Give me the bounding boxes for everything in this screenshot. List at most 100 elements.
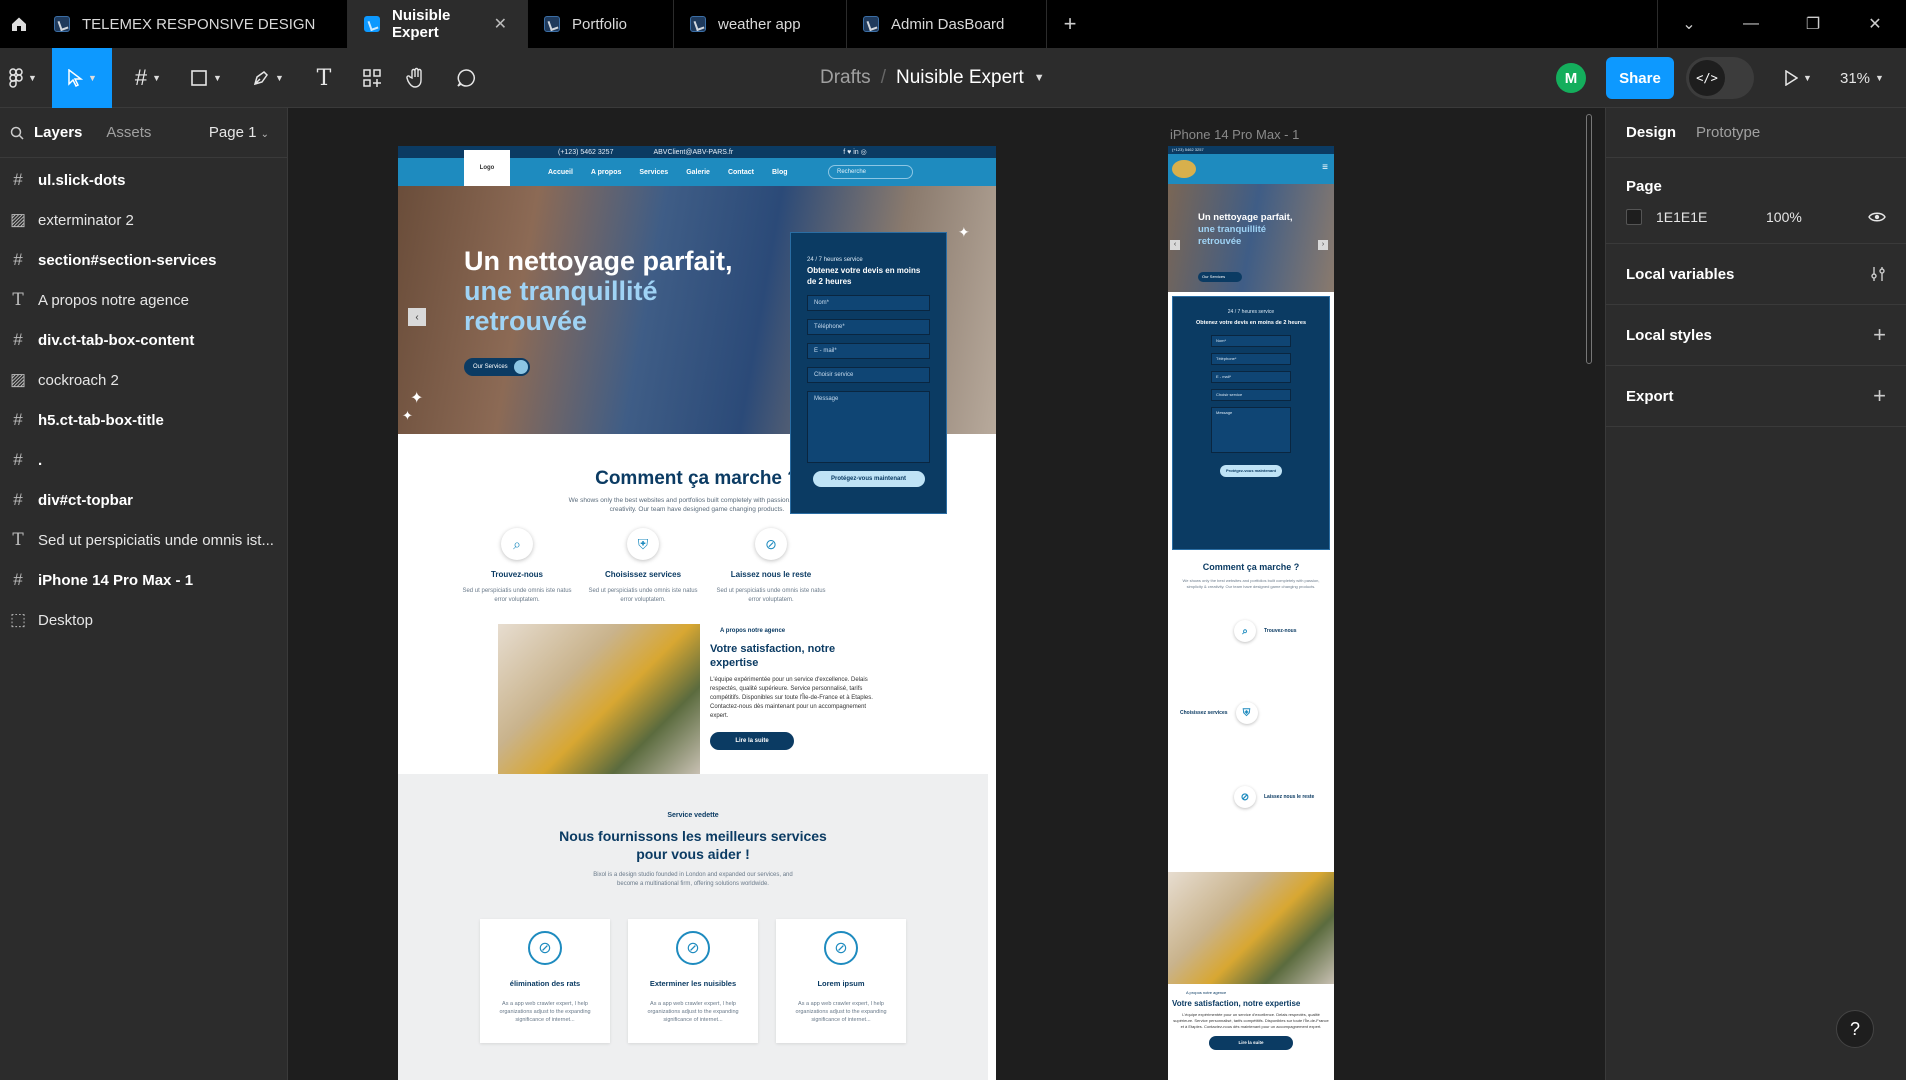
- mobile-quote-form: 24 / 7 heures service Obtenez votre devi…: [1172, 296, 1330, 550]
- about-description: L'équipe expérimentée pour un service d'…: [710, 677, 873, 719]
- search-icon: ⌕: [1234, 620, 1256, 642]
- move-tool[interactable]: ▼: [52, 48, 112, 108]
- restore-button[interactable]: ❐: [1782, 0, 1844, 48]
- tab-design[interactable]: Design: [1626, 124, 1676, 141]
- layer-row[interactable]: # div.ct-tab-box-content: [0, 320, 287, 360]
- comment-tool[interactable]: [446, 48, 486, 108]
- mobile-frame[interactable]: (+123) 5462 3257 ≡ Un nettoyage parfait,…: [1168, 146, 1334, 1080]
- tab-prototype[interactable]: Prototype: [1696, 124, 1760, 141]
- local-styles-section[interactable]: Local styles +: [1606, 305, 1906, 366]
- layer-row[interactable]: # section#section-services: [0, 240, 287, 280]
- canvas-scrollbar[interactable]: [1586, 114, 1592, 364]
- file-name[interactable]: Nuisible Expert: [896, 67, 1024, 89]
- share-button[interactable]: Share: [1606, 57, 1674, 99]
- mobile-about-tag: A propos notre agence: [1186, 990, 1227, 995]
- hand-icon: [406, 67, 422, 88]
- service-cards: ⊘ élimination des rats As a app web craw…: [398, 919, 988, 1043]
- page-opacity-value[interactable]: 100%: [1766, 209, 1802, 225]
- code-icon: </>: [1689, 60, 1725, 96]
- close-icon[interactable]: ✕: [494, 14, 507, 34]
- step-item: ⛨ Choisissez services Sed ut perspiciati…: [588, 528, 698, 605]
- file-tab[interactable]: TELEMEX RESPONSIVE DESIGN: [38, 0, 348, 48]
- cursor-icon: [68, 69, 84, 87]
- main-menu-button[interactable]: ▼: [0, 48, 46, 108]
- nav-link: A propos: [590, 168, 622, 176]
- layer-row[interactable]: # div#ct-topbar: [0, 480, 287, 520]
- zoom-menu[interactable]: 31% ▼: [1840, 48, 1884, 108]
- layer-row[interactable]: T A propos notre agence: [0, 280, 287, 320]
- present-button[interactable]: ▼: [1776, 48, 1820, 108]
- layer-row[interactable]: # ul.slick-dots: [0, 160, 287, 200]
- help-button[interactable]: ?: [1836, 1010, 1874, 1048]
- file-tab[interactable]: Portfolio: [528, 0, 674, 48]
- page-color-value[interactable]: 1E1E1E: [1656, 209, 1766, 225]
- rectangle-icon: [191, 70, 207, 86]
- tab-dropdown-button[interactable]: ⌄: [1658, 0, 1720, 48]
- page-selector-label: Page 1: [208, 124, 257, 141]
- services-tag: Service vedette: [667, 812, 719, 819]
- chevron-down-icon[interactable]: ▼: [1034, 72, 1045, 84]
- desktop-navbar: Logo Accueil A propos Services Galerie C…: [398, 150, 996, 186]
- layer-row[interactable]: # iPhone 14 Pro Max - 1: [0, 560, 287, 600]
- window-controls: ⌄ — ❐ ✕: [1657, 0, 1906, 48]
- desktop-frame[interactable]: (+123) 5462 3257 ABVClient@ABV-PARS.fr f…: [398, 146, 996, 1080]
- shape-tool[interactable]: ▼: [182, 48, 230, 108]
- nav-link: Accueil: [548, 168, 573, 176]
- frame-icon: #: [13, 250, 23, 269]
- text-tool[interactable]: T: [304, 48, 344, 108]
- color-swatch[interactable]: [1626, 209, 1642, 225]
- layer-row[interactable]: ▨ cockroach 2: [0, 360, 287, 400]
- pen-tool[interactable]: ▼: [244, 48, 292, 108]
- hero-line-3: retrouvée: [464, 306, 588, 336]
- form-field-service: Choisir service: [807, 367, 930, 383]
- hand-tool[interactable]: [396, 48, 436, 108]
- about-button: Lire la suite: [710, 732, 794, 750]
- image-icon: ▨: [10, 210, 27, 229]
- services-section: Service vedette Nous fournissons les mei…: [398, 774, 988, 1080]
- export-section[interactable]: Export +: [1606, 366, 1906, 427]
- resources-tool[interactable]: [352, 48, 392, 108]
- file-tab-active[interactable]: Nuisible Expert ✕: [348, 0, 528, 48]
- variables-adjust-icon[interactable]: [1870, 266, 1886, 282]
- mobile-hero-line-1: Un nettoyage parfait,: [1198, 212, 1293, 223]
- file-tab[interactable]: Admin DasBoard: [847, 0, 1047, 48]
- card-title: Lorem ipsum: [817, 979, 865, 988]
- layer-row[interactable]: ▨ exterminator 2: [0, 200, 287, 240]
- plus-icon[interactable]: +: [1873, 383, 1886, 409]
- tab-layers[interactable]: Layers: [34, 124, 82, 141]
- canvas[interactable]: (+123) 5462 3257 ABVClient@ABV-PARS.fr f…: [288, 108, 1605, 1080]
- layer-name: Desktop: [38, 611, 94, 629]
- nav-link: Services: [639, 168, 669, 176]
- layer-row[interactable]: # h5.ct-tab-box-title: [0, 400, 287, 440]
- text-icon: T: [12, 290, 24, 310]
- sparkle-icon: ✦: [402, 408, 413, 423]
- close-window-button[interactable]: ✕: [1844, 0, 1906, 48]
- mobile-field-name: Nom*: [1211, 335, 1291, 347]
- tab-assets[interactable]: Assets: [106, 124, 151, 141]
- chevron-down-icon: ▼: [213, 73, 222, 83]
- hero-title: Un nettoyage parfait, une tranquillité r…: [464, 246, 764, 336]
- layer-row[interactable]: ⬚ Desktop: [0, 600, 287, 640]
- eye-icon[interactable]: [1868, 211, 1886, 223]
- zoom-level: 31%: [1840, 69, 1871, 87]
- plus-icon[interactable]: +: [1873, 322, 1886, 348]
- nav-link: Galerie: [686, 168, 710, 176]
- file-tab[interactable]: weather app: [674, 0, 847, 48]
- minimize-button[interactable]: —: [1720, 0, 1782, 48]
- frame-icon: #: [13, 570, 23, 589]
- home-button[interactable]: [0, 0, 38, 48]
- breadcrumb-folder[interactable]: Drafts: [820, 67, 871, 89]
- layer-row[interactable]: #.: [0, 440, 287, 480]
- frame-tool[interactable]: # ▼: [124, 48, 172, 108]
- page-section: Page 1E1E1E 100%: [1606, 158, 1906, 244]
- form-field-message: Message: [807, 391, 930, 463]
- figma-file-icon: [54, 16, 70, 32]
- search-icon[interactable]: [10, 126, 24, 140]
- avatar[interactable]: M: [1556, 63, 1586, 93]
- layer-row[interactable]: T Sed ut perspiciatis unde omnis ist...: [0, 520, 287, 560]
- mobile-frame-label[interactable]: iPhone 14 Pro Max - 1: [1170, 127, 1299, 142]
- local-variables-section[interactable]: Local variables: [1606, 244, 1906, 305]
- new-tab-button[interactable]: +: [1047, 0, 1093, 48]
- dev-mode-toggle[interactable]: </>: [1686, 57, 1754, 99]
- page-selector[interactable]: Page 1 ⌄: [209, 124, 269, 141]
